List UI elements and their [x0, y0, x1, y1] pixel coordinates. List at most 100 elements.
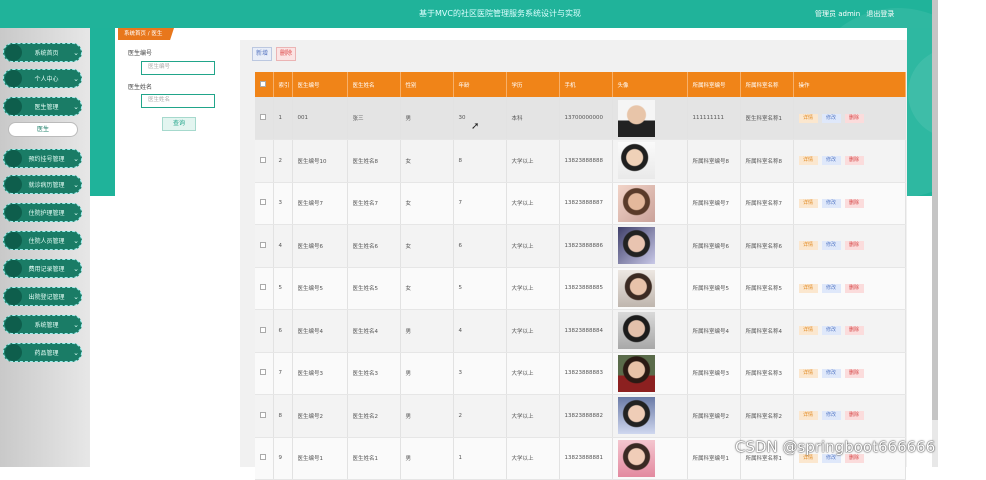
row-checkbox[interactable]: [260, 114, 266, 120]
sidebar-menu-item[interactable]: 预约挂号管理 ⌄: [3, 149, 82, 168]
detail-button[interactable]: 详情: [798, 368, 818, 378]
vertical-scrollbar[interactable]: [932, 0, 938, 420]
table-row[interactable]: 1 001 张三男 30 本科 13700000000 111111111 医生科室名称1 详情…: [255, 97, 906, 140]
table-row[interactable]: 4 医生编号6 医生姓名6 女 6 大学以上 13823888886 所属科室编号6 所属科室名…: [255, 224, 906, 268]
cell-name: 医生姓名8: [347, 139, 401, 183]
cell-code: 医生编号3: [292, 352, 348, 395]
edit-button[interactable]: 修改: [821, 411, 841, 421]
detail-button[interactable]: 详情: [798, 156, 818, 166]
row-delete-button[interactable]: 删除: [844, 241, 864, 251]
edit-button[interactable]: 修改: [821, 241, 841, 251]
edit-button[interactable]: 修改: [821, 283, 841, 293]
detail-button[interactable]: 详情: [798, 113, 818, 123]
sidebar-menu-item[interactable]: 系统首页 ⌄: [3, 43, 82, 62]
sidebar-menu-item[interactable]: 就诊病历管理 ⌄: [3, 175, 82, 194]
cell-edu: 大学以上: [506, 394, 560, 438]
chevron-down-icon: ⌄: [73, 74, 79, 83]
sidebar-menu-label: 个人中心: [34, 76, 59, 83]
row-delete-button[interactable]: 删除: [844, 283, 864, 293]
cell-gender: 女: [400, 139, 454, 183]
cell-dept-name: 所属科室名称2: [740, 394, 794, 438]
row-delete-button[interactable]: 删除: [844, 198, 864, 208]
cell-edu: 大学以上: [506, 437, 560, 480]
cell-age: 6: [453, 224, 507, 268]
row-checkbox[interactable]: [260, 284, 266, 291]
table-row[interactable]: 6 医生编号4 医生姓名4 男 4 大学以上 13823888884 所属科室编号4 所属科室名…: [255, 309, 906, 353]
edit-button[interactable]: 修改: [821, 368, 841, 378]
cell-dept-name: 医生科室名称1: [740, 97, 794, 140]
detail-button[interactable]: 详情: [798, 326, 818, 336]
table-row[interactable]: 7 医生编号3 医生姓名3 男 3 大学以上 13823888883 所属科室编号3 所属科室名…: [255, 352, 906, 395]
sidebar-menu-item[interactable]: 出院登记管理 ⌄: [3, 287, 82, 306]
row-checkbox[interactable]: [260, 369, 266, 376]
row-checkbox[interactable]: [260, 454, 266, 461]
doctor-photo: [617, 99, 655, 137]
row-delete-button[interactable]: 删除: [844, 411, 864, 421]
table-row[interactable]: 8 医生编号2 医生姓名2 男 2 大学以上 13823888882 所属科室编号2 所属科室名…: [255, 394, 906, 438]
table-row[interactable]: 5 医生编号5 医生姓名5 女 5 大学以上 13823888885 所属科室编号5 所属科室名…: [255, 267, 906, 310]
row-delete-button[interactable]: 删除: [844, 368, 864, 378]
detail-button[interactable]: 详情: [798, 198, 818, 208]
row-checkbox[interactable]: [260, 326, 266, 333]
query-button[interactable]: 查询: [162, 117, 196, 131]
cell-index: 1: [273, 97, 293, 140]
column-header: 所属科室编号: [687, 72, 741, 97]
top-bar: 基于MVC的社区医院管理服务系统设计与实现 管理员 admin 退出登录: [0, 0, 932, 28]
sidebar-menu-item[interactable]: 系统管理 ⌄: [3, 315, 82, 334]
app-title: 基于MVC的社区医院管理服务系统设计与实现: [419, 9, 581, 18]
row-checkbox-cell: [255, 97, 274, 140]
doctor-code-input[interactable]: 医生编号: [141, 61, 215, 75]
row-delete-button[interactable]: 删除: [844, 156, 864, 166]
cell-edu: 大学以上: [506, 224, 560, 268]
edit-button[interactable]: 修改: [821, 156, 841, 166]
cell-edu: 大学以上: [506, 139, 560, 183]
detail-button[interactable]: 详情: [798, 411, 818, 421]
table-row[interactable]: 3 医生编号7 医生姓名7 女 7 大学以上 13823888887 所属科室编号7 所属科室名…: [255, 182, 906, 225]
edit-button[interactable]: 修改: [821, 326, 841, 336]
detail-button[interactable]: 详情: [798, 283, 818, 293]
cell-actions: 详情 修改 删除: [793, 97, 906, 140]
edit-button[interactable]: 修改: [821, 198, 841, 208]
sidebar-menu-item[interactable]: 费用记录管理 ⌄: [3, 259, 82, 278]
select-all-checkbox[interactable]: [260, 80, 266, 87]
cell-photo: [612, 224, 688, 268]
row-checkbox-cell: [255, 352, 274, 395]
delete-button[interactable]: 删除: [276, 47, 296, 61]
cell-edu: 大学以上: [506, 352, 560, 395]
cell-phone: 13823888885: [559, 267, 613, 310]
column-header: 所属科室名称: [740, 72, 794, 97]
row-delete-button[interactable]: 删除: [844, 113, 864, 123]
table-header-row: 索引 医生编号 医生姓名 性别 年龄 学历 手机 头像 所属科室编号 所属科室名称 操作: [255, 72, 906, 97]
sidebar-menu-item[interactable]: 住院护理管理 ⌄: [3, 203, 82, 222]
submenu-item-doctor[interactable]: 医生: [8, 122, 78, 137]
breadcrumb-home[interactable]: 系统首页: [124, 31, 146, 37]
sidebar-menu-item[interactable]: 住院人员管理 ⌄: [3, 231, 82, 250]
sidebar-menu-item[interactable]: 药品管理 ⌄: [3, 343, 82, 362]
cell-index: 9: [273, 437, 293, 480]
cell-gender: 女: [400, 182, 454, 225]
menu-icon: [5, 98, 22, 115]
cell-index: 3: [273, 182, 293, 225]
table-row[interactable]: 2 医生编号10 医生姓名8 女 8 大学以上 13823888888 所属科室编号8 所属科室…: [255, 139, 906, 183]
doctor-name-input[interactable]: 医生姓名: [141, 94, 215, 108]
sidebar-menu-item[interactable]: 个人中心 ⌄: [3, 69, 82, 88]
row-checkbox[interactable]: [260, 199, 266, 206]
sidebar-menu-item[interactable]: 医生管理 ⌄: [3, 97, 82, 116]
column-header: 医生编号: [292, 72, 348, 97]
column-header: 医生姓名: [347, 72, 401, 97]
cell-name: 医生姓名1: [347, 437, 401, 480]
add-button[interactable]: 新增: [252, 47, 272, 61]
row-checkbox[interactable]: [260, 241, 266, 248]
doctor-name-label: 医生姓名: [128, 84, 153, 91]
cell-actions: 详情 修改 删除: [793, 224, 906, 268]
row-checkbox[interactable]: [260, 156, 266, 163]
doctor-photo: [617, 397, 655, 435]
column-header: 性别: [400, 72, 454, 97]
cell-code: 医生编号4: [292, 309, 348, 353]
edit-button[interactable]: 修改: [821, 113, 841, 123]
cell-photo: [612, 182, 688, 225]
row-delete-button[interactable]: 删除: [844, 326, 864, 336]
row-checkbox[interactable]: [260, 411, 266, 418]
detail-button[interactable]: 详情: [798, 241, 818, 251]
sidebar-menu-label: 系统首页: [34, 50, 59, 57]
